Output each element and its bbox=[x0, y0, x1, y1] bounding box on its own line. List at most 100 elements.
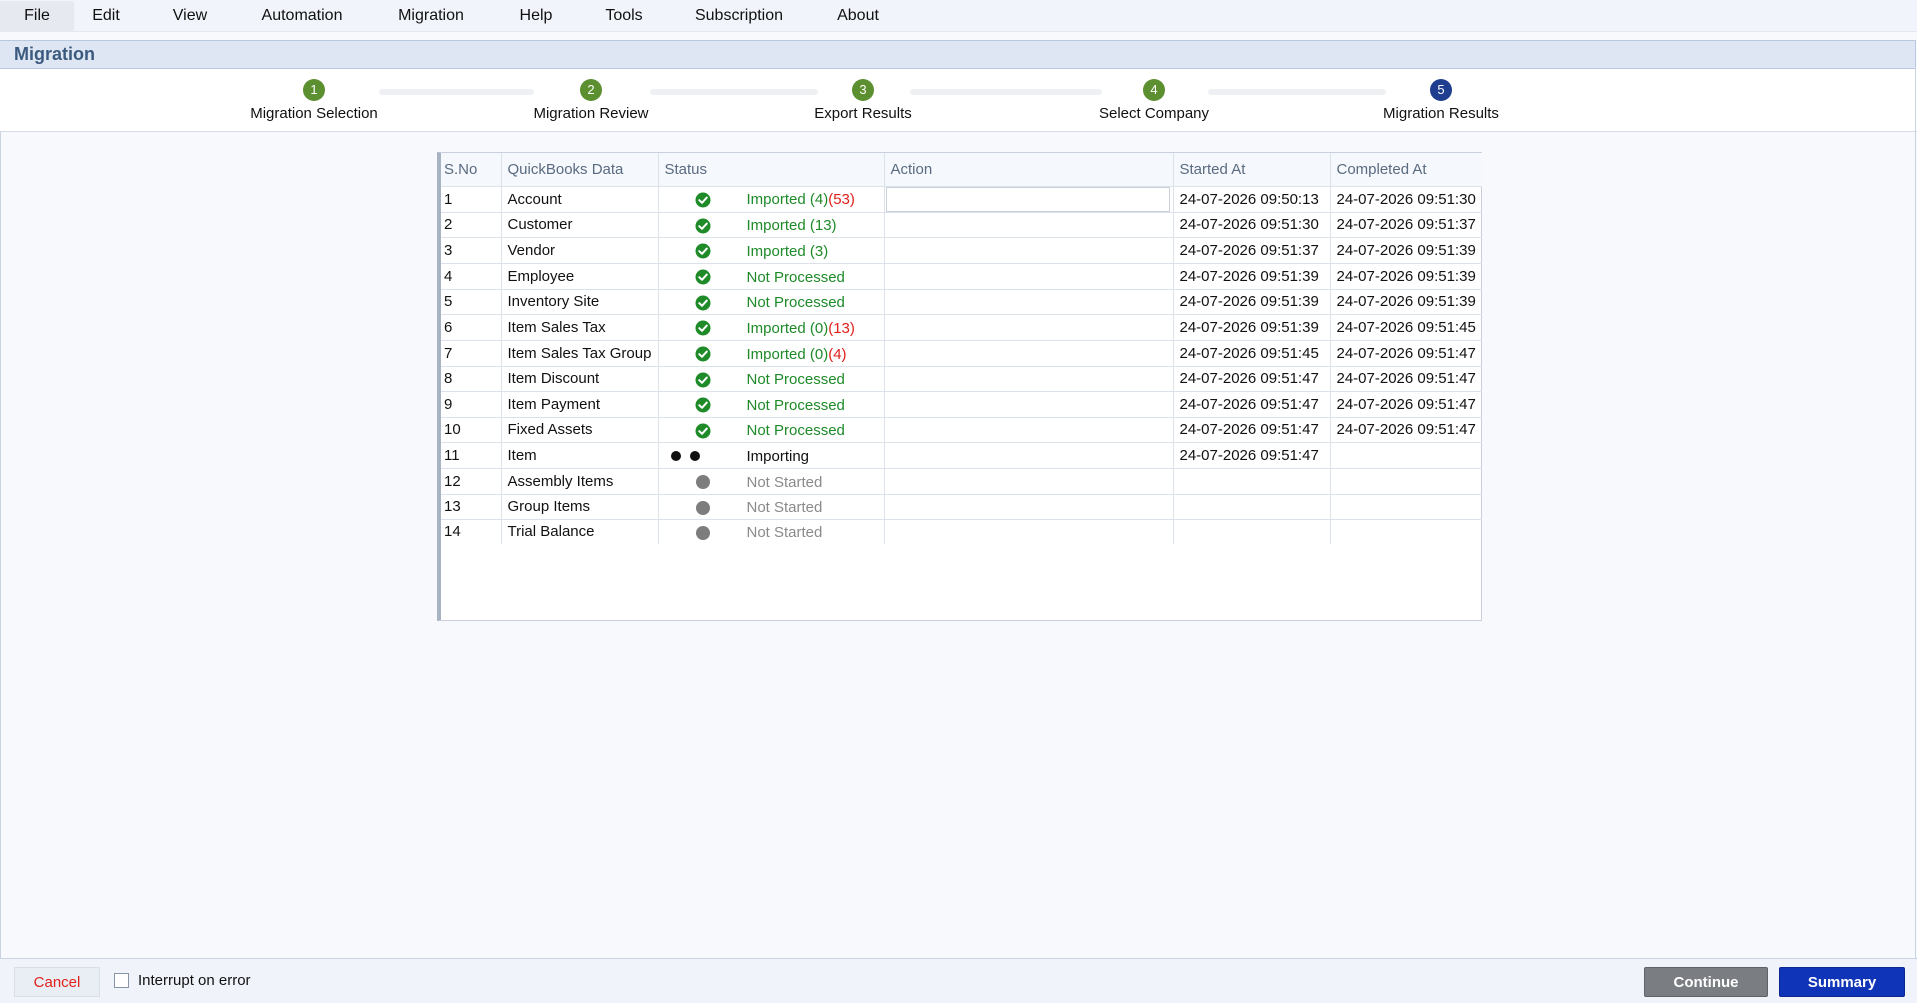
table-row[interactable]: 8 Item Discount Not Processed 24-07-2026 09… bbox=[441, 366, 1482, 392]
cell-status: Not Processed bbox=[658, 366, 885, 392]
cancel-button[interactable]: Cancel bbox=[14, 967, 100, 997]
table-row[interactable]: 13 Group Items Not Started bbox=[441, 494, 1482, 520]
cell-started-at bbox=[1173, 494, 1331, 520]
cell-action bbox=[884, 417, 1174, 443]
cell-completed-at: 24-07-2026 09:51:37 bbox=[1330, 212, 1482, 238]
cell-status: Imported (0)(13) bbox=[658, 314, 885, 341]
menu-about[interactable]: About bbox=[830, 1, 886, 31]
menu-bar: File Edit View Automation Migration Help… bbox=[0, 0, 1917, 32]
step-label: Migration Results bbox=[1383, 105, 1499, 122]
cell-started-at bbox=[1173, 519, 1331, 544]
cell-sno: 14 bbox=[441, 519, 502, 544]
status-label: Imported (0) bbox=[746, 319, 829, 337]
interrupt-on-error-label[interactable]: Interrupt on error bbox=[138, 972, 251, 989]
cell-started-at: 24-07-2026 09:51:39 bbox=[1173, 314, 1331, 341]
cell-sno: 6 bbox=[441, 314, 502, 341]
cell-quickbooks-data: Employee bbox=[501, 263, 659, 290]
status-label: Not Processed bbox=[746, 396, 845, 414]
cell-action bbox=[884, 237, 1174, 264]
cell-quickbooks-data: Item Sales Tax bbox=[501, 314, 659, 341]
cell-action bbox=[884, 519, 1174, 544]
step-migration-results[interactable]: 5 Migration Results bbox=[1331, 79, 1551, 122]
menu-file[interactable]: File bbox=[0, 0, 74, 31]
step-export-results[interactable]: 3 Export Results bbox=[753, 79, 973, 122]
cell-completed-at: 24-07-2026 09:51:45 bbox=[1330, 314, 1482, 341]
menu-edit[interactable]: Edit bbox=[80, 1, 132, 31]
status-label: Imported (13) bbox=[746, 216, 837, 234]
menu-subscription[interactable]: Subscription bbox=[688, 1, 790, 31]
step-migration-selection[interactable]: 1 Migration Selection bbox=[204, 79, 424, 122]
cell-quickbooks-data: Item Payment bbox=[501, 391, 659, 418]
cell-sno: 8 bbox=[441, 366, 502, 392]
cell-status: Not Processed bbox=[658, 263, 885, 290]
action-input[interactable] bbox=[885, 186, 1170, 211]
step-select-company[interactable]: 4 Select Company bbox=[1044, 79, 1264, 122]
cell-completed-at: 24-07-2026 09:51:47 bbox=[1330, 366, 1482, 392]
cell-action[interactable] bbox=[884, 186, 1174, 213]
interrupt-on-error-checkbox[interactable] bbox=[114, 973, 129, 988]
table-row[interactable]: 12 Assembly Items Not Started bbox=[441, 468, 1482, 495]
column-header-completed-at[interactable]: Completed At bbox=[1330, 153, 1482, 187]
wizard-stepper: 1 Migration Selection 2 Migration Review… bbox=[0, 69, 1917, 132]
table-row[interactable]: 7 Item Sales Tax Group Imported (0)(4) 24-0… bbox=[441, 340, 1482, 367]
cell-started-at: 24-07-2026 09:51:47 bbox=[1173, 442, 1331, 469]
cell-completed-at bbox=[1330, 519, 1482, 544]
step-label: Migration Selection bbox=[250, 105, 378, 122]
status-error-count: (4) bbox=[828, 345, 847, 363]
table-row[interactable]: 11 Item Importing 24-07-2026 09:51:47 bbox=[441, 442, 1482, 469]
table-row[interactable]: 9 Item Payment Not Processed 24-07-2026 09:… bbox=[441, 391, 1482, 418]
check-circle-icon bbox=[695, 397, 710, 412]
table-row[interactable]: 3 Vendor Imported (3) 24-07-2026 09:51:37 24… bbox=[441, 237, 1482, 264]
column-header-action[interactable]: Action bbox=[884, 153, 1174, 187]
cell-started-at: 24-07-2026 09:51:37 bbox=[1173, 237, 1331, 264]
pending-circle-icon bbox=[695, 474, 710, 489]
table-row[interactable]: 4 Employee Not Processed 24-07-2026 09:51:3… bbox=[441, 263, 1482, 290]
menu-view[interactable]: View bbox=[164, 1, 216, 31]
table-row[interactable]: 2 Customer Imported (13) 24-07-2026 09:51:3… bbox=[441, 212, 1482, 238]
step-label: Migration Review bbox=[533, 105, 649, 122]
table-row[interactable]: 14 Trial Balance Not Started bbox=[441, 519, 1482, 544]
cell-sno: 13 bbox=[441, 494, 502, 520]
cell-completed-at: 24-07-2026 09:51:47 bbox=[1330, 417, 1482, 443]
status-label: Not Started bbox=[746, 523, 823, 541]
table-row[interactable]: 1 Account Imported (4)(53) 24-07-2026 09:50… bbox=[441, 186, 1482, 213]
status-text: Not Processed bbox=[747, 397, 845, 414]
menu-automation[interactable]: Automation bbox=[254, 1, 350, 31]
status-text: Not Started bbox=[747, 474, 823, 491]
step-migration-review[interactable]: 2 Migration Review bbox=[481, 79, 701, 122]
cell-status: Imported (3) bbox=[658, 237, 885, 264]
column-header-started-at[interactable]: Started At bbox=[1173, 153, 1331, 187]
table-row[interactable]: 6 Item Sales Tax Imported (0)(13) 24-07-202… bbox=[441, 314, 1482, 341]
check-circle-icon bbox=[695, 218, 710, 233]
menu-help[interactable]: Help bbox=[510, 1, 562, 31]
page-title-bar: Migration bbox=[0, 40, 1916, 69]
table-row[interactable]: 10 Fixed Assets Not Processed 24-07-2026 09… bbox=[441, 417, 1482, 443]
cell-status: Importing bbox=[658, 442, 885, 469]
cell-completed-at bbox=[1330, 494, 1482, 520]
check-circle-icon bbox=[695, 423, 710, 438]
status-error-count: (53) bbox=[828, 190, 855, 208]
cell-status: Not Started bbox=[658, 468, 885, 495]
column-header-sno[interactable]: S.No bbox=[441, 153, 502, 187]
menu-tools[interactable]: Tools bbox=[598, 1, 650, 31]
menu-migration[interactable]: Migration bbox=[390, 1, 472, 31]
cell-sno: 2 bbox=[441, 212, 502, 238]
column-header-status[interactable]: Status bbox=[658, 153, 885, 187]
cell-action bbox=[884, 366, 1174, 392]
status-text: Imported (0)(13) bbox=[747, 320, 855, 337]
step-number-badge: 4 bbox=[1143, 79, 1165, 101]
cell-completed-at: 24-07-2026 09:51:39 bbox=[1330, 237, 1482, 264]
check-circle-icon bbox=[695, 372, 710, 387]
continue-button[interactable]: Continue bbox=[1644, 967, 1768, 997]
step-number-badge: 1 bbox=[303, 79, 325, 101]
column-header-quickbooks-data[interactable]: QuickBooks Data bbox=[501, 153, 659, 187]
status-error-count: (13) bbox=[828, 319, 855, 337]
table-row[interactable]: 5 Inventory Site Not Processed 24-07-2026 0… bbox=[441, 289, 1482, 315]
status-text: Not Processed bbox=[747, 422, 845, 439]
status-text: Importing bbox=[747, 448, 810, 465]
migration-results-table: S.No QuickBooks Data Status Action Start… bbox=[437, 152, 1482, 621]
summary-button[interactable]: Summary bbox=[1779, 967, 1905, 997]
cell-status: Not Processed bbox=[658, 417, 885, 443]
status-label: Not Processed bbox=[746, 370, 845, 388]
step-label: Select Company bbox=[1098, 105, 1210, 122]
